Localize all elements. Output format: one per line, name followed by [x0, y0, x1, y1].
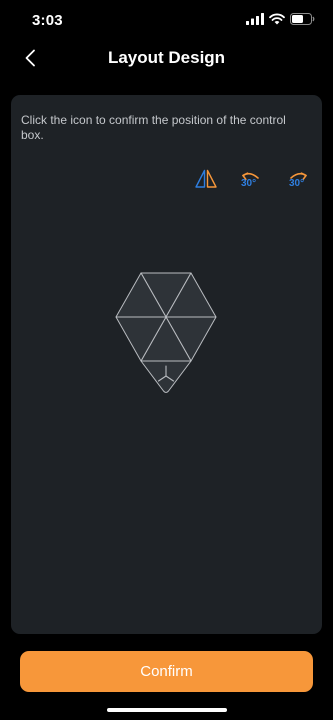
wifi-icon: [269, 12, 285, 30]
rotate-left-button[interactable]: 30°: [239, 169, 265, 191]
battery-icon: [290, 12, 315, 30]
instruction-text: Click the icon to confirm the position o…: [21, 113, 286, 142]
hexagon-triangle-layout-icon: [115, 272, 217, 399]
layout-shape[interactable]: [115, 271, 217, 400]
rotate-left-label: 30°: [241, 178, 257, 189]
page-title: Layout Design: [107, 48, 226, 67]
mirror-flip-button[interactable]: [194, 169, 218, 194]
mirror-flip-icon: [194, 169, 218, 194]
status-icons: [246, 12, 315, 30]
status-bar: 3:03: [0, 0, 333, 44]
confirm-button[interactable]: Confirm: [20, 651, 313, 692]
layout-panel: Click the icon to confirm the position o…: [11, 95, 322, 634]
nav-bar: Layout Design: [0, 44, 333, 76]
rotate-right-button[interactable]: 30°: [284, 169, 310, 191]
signal-icon: [246, 12, 264, 30]
home-indicator: [107, 708, 227, 712]
status-time: 3:03: [32, 12, 63, 29]
rotate-right-label: 30°: [289, 178, 305, 189]
